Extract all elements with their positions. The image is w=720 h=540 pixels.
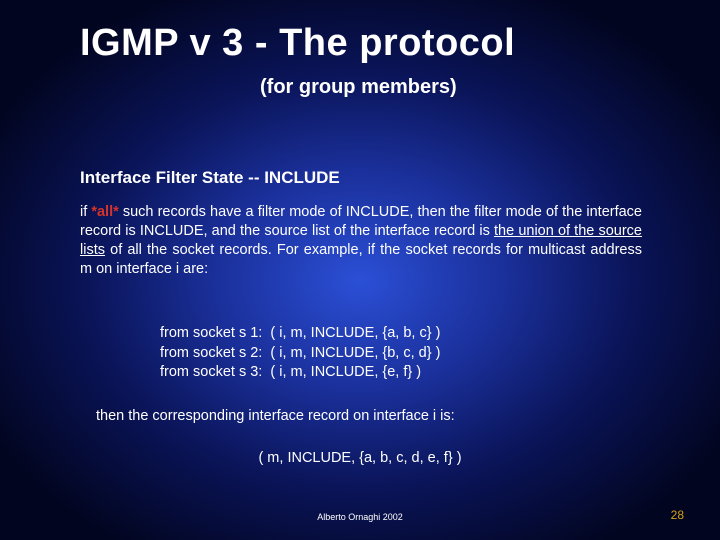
slide: IGMP v 3 - The protocol (for group membe…	[0, 0, 720, 540]
record-line-1: from socket s 1: ( i, m, INCLUDE, {a, b,…	[160, 325, 440, 341]
body-prefix: if	[80, 204, 91, 220]
result-record: ( m, INCLUDE, {a, b, c, d, e, f} )	[0, 450, 720, 466]
then-text: then the corresponding interface record …	[96, 408, 455, 424]
record-line-3: from socket s 3: ( i, m, INCLUDE, {e, f}…	[160, 364, 421, 380]
record-line-2: from socket s 2: ( i, m, INCLUDE, {b, c,…	[160, 345, 440, 361]
body-part2: of all the socket records. For example, …	[80, 242, 642, 277]
footer-author: Alberto Ornaghi 2002	[0, 512, 720, 522]
slide-subtitle: (for group members)	[260, 76, 457, 99]
section-header: Interface Filter State -- INCLUDE	[80, 168, 340, 188]
slide-title: IGMP v 3 - The protocol	[80, 22, 515, 65]
body-paragraph: if *all* such records have a filter mode…	[80, 203, 642, 280]
footer-page-number: 28	[671, 508, 684, 522]
example-records: from socket s 1: ( i, m, INCLUDE, {a, b,…	[160, 324, 440, 383]
body-all-emphasis: *all*	[91, 204, 118, 220]
